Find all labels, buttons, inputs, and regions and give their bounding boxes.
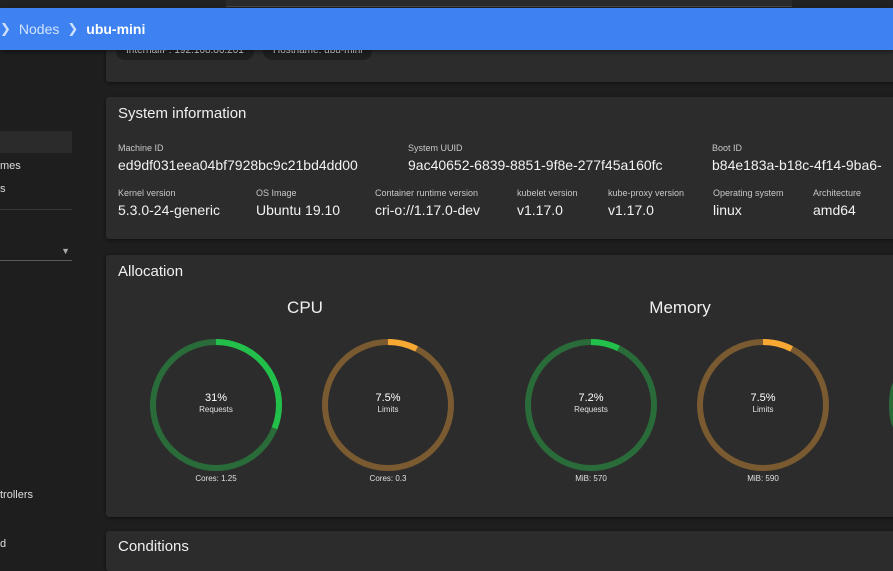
gauge-partial-edge [889,382,893,428]
memory-title: Memory [649,298,711,317]
boot-id-field: Boot ID b84e183a-b18c-4f14-9ba6- [712,143,882,173]
allocation-title: Allocation [118,263,184,280]
gauge-center: 7.5% Limits [320,392,456,414]
kube-proxy-version-field: kube-proxy version v1.17.0 [608,188,684,218]
cpu-title: CPU [287,298,323,317]
field-value: cri-o://1.17.0-dev [375,202,481,218]
chevron-right-icon: ❯ [67,21,79,36]
field-value: v1.17.0 [517,202,563,218]
field-value: v1.17.0 [608,202,654,218]
kernel-version-field: Kernel version 5.3.0-24-generic [118,188,220,218]
breadcrumb-current: ubu-mini [86,21,146,37]
field-value: 5.3.0-24-generic [118,202,220,218]
cpu-limits-gauge: 7.5% Limits [320,337,456,473]
gauge-kind: Limits [377,405,399,414]
field-label: Container runtime version [375,188,479,198]
gauge-center: 7.5% Limits [695,392,831,414]
sidebar-item-secrets[interactable]: s [0,183,6,195]
sidebar-active-highlight [0,131,72,153]
container-runtime-field: Container runtime version cri-o://1.17.0… [375,188,480,218]
field-value: 9ac40652-6839-8851-9f8e-277f45a160fc [408,157,663,173]
kubelet-version-field: kubelet version v1.17.0 [517,188,578,218]
gauge-caption: MiB: 570 [575,474,607,483]
field-value: Ubuntu 19.10 [256,202,341,218]
gauge-caption: Cores: 1.25 [195,474,237,483]
gauge-kind: Requests [574,405,608,414]
sidebar-item-controllers[interactable]: trollers [0,489,33,501]
memory-requests-gauge: 7.2% Requests [523,337,659,473]
field-value: linux [713,202,742,218]
field-label: kubelet version [517,188,578,198]
breadcrumb: ❯ Nodes ❯ ubu-mini [0,21,145,37]
gauge-caption: Cores: 0.3 [369,474,407,483]
field-label: Boot ID [712,143,743,153]
field-label: Operating system [713,188,784,198]
breadcrumb-nodes-link[interactable]: Nodes [19,21,59,37]
system-info-card: System information Machine ID ed9df031ee… [106,97,893,239]
machine-id-field: Machine ID ed9df031eea04bf7928bc9c21bd4d… [118,143,358,173]
architecture-field: Architecture amd64 [813,188,861,218]
field-label: System UUID [408,143,463,153]
top-strip [0,0,893,8]
field-label: Architecture [813,188,862,198]
field-label: Kernel version [118,188,176,198]
field-value: b84e183a-b18c-4f14-9ba6- [712,157,882,173]
gauge-percent: 31% [204,392,228,404]
namespace-select[interactable]: ▼ [0,246,72,261]
gauge-kind: Requests [199,405,233,414]
gauge-center: 31% Requests [148,392,284,414]
gauge-caption: MiB: 590 [747,474,779,483]
memory-limits-gauge: 7.5% Limits [695,337,831,473]
allocation-card: Allocation CPU Memory 31% Requests Cores… [106,255,893,517]
gauge-kind: Limits [752,405,774,414]
dropdown-arrow-icon: ▼ [61,246,70,256]
gauge-percent: 7.5% [750,392,776,404]
field-label: OS Image [256,188,297,198]
search-input[interactable] [226,0,792,7]
conditions-card: Conditions [106,531,893,571]
gauge-percent: 7.5% [375,392,401,404]
gauge-center: 7.2% Requests [523,392,659,414]
sidebar: mes s ▼ trollers d [0,50,72,550]
operating-system-field: Operating system linux [713,188,784,218]
field-value: ed9df031eea04bf7928bc9c21bd4dd00 [118,157,358,173]
sidebar-item-volumes[interactable]: mes [0,160,21,172]
cpu-requests-gauge: 31% Requests [148,337,284,473]
system-uuid-field: System UUID 9ac40652-6839-8851-9f8e-277f… [408,143,663,173]
field-value: amd64 [813,202,856,218]
field-label: kube-proxy version [608,188,685,198]
header-bar: ❯ Nodes ❯ ubu-mini [0,8,893,50]
sidebar-item-cut[interactable]: d [0,538,6,550]
field-label: Machine ID [118,143,164,153]
system-info-title: System information [118,105,247,122]
gauge-percent: 7.2% [578,392,604,404]
conditions-title: Conditions [118,538,189,555]
os-image-field: OS Image Ubuntu 19.10 [256,188,340,218]
sidebar-divider [0,209,72,210]
chevron-right-icon: ❯ [0,21,11,36]
